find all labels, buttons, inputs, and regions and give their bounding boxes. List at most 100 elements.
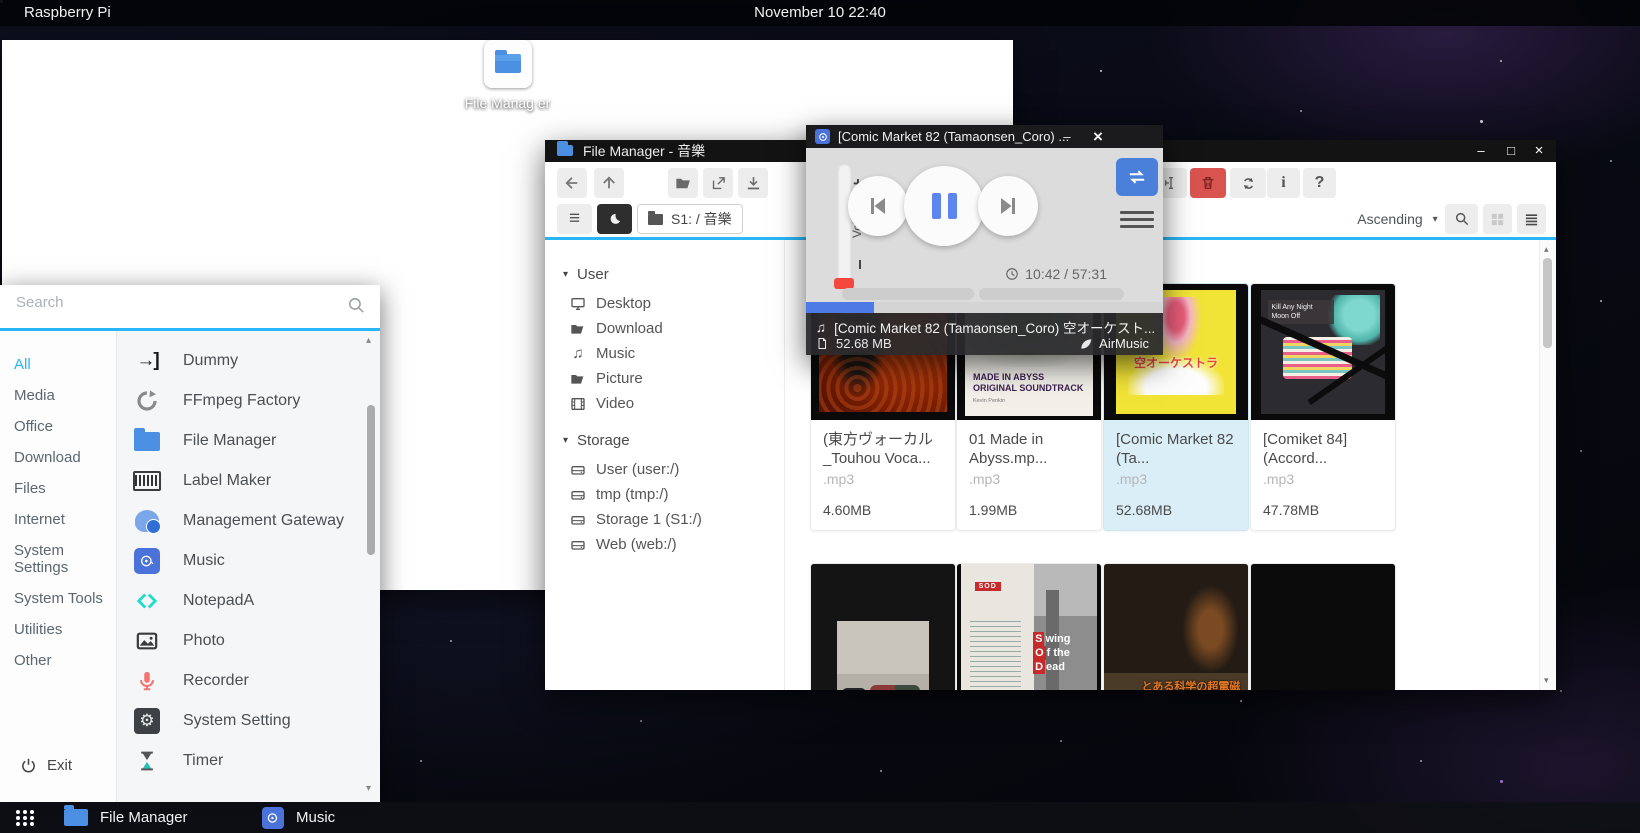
app-item-file-manager[interactable]: File Manager [117, 421, 362, 461]
app-item-notepada[interactable]: NotepadA [117, 581, 362, 621]
dark-mode-toggle[interactable] [597, 204, 632, 234]
list-view-button[interactable] [1517, 204, 1546, 234]
launcher-app-list: →] Dummy FFmpeg Factory File Manager [117, 331, 380, 802]
app-item-dummy[interactable]: →] Dummy [117, 341, 362, 381]
album-art [1251, 564, 1395, 690]
progress-bar[interactable] [806, 302, 1163, 313]
grid-view-button[interactable] [1483, 204, 1512, 234]
sidebar-section-storage[interactable]: ▾ Storage [563, 432, 784, 449]
maximize-button[interactable]: □ [1498, 140, 1524, 162]
sidebar-item-user-drive[interactable]: User (user:/) [563, 457, 784, 482]
sort-order-dropdown[interactable]: Ascending ▾ [1350, 204, 1445, 234]
next-track-button[interactable] [978, 176, 1038, 236]
music-disc-icon [262, 807, 284, 829]
app-item-ffmpeg-factory[interactable]: FFmpeg Factory [117, 381, 362, 421]
up-button[interactable] [594, 168, 624, 198]
repeat-mode-button[interactable] [1116, 158, 1158, 196]
menu-button[interactable]: ≡ [557, 204, 592, 234]
sidebar-item-picture[interactable]: Picture [563, 366, 784, 391]
player-menu-button[interactable] [1120, 204, 1154, 234]
arrow-up-icon [600, 174, 618, 192]
folder-open-icon [570, 321, 586, 337]
category-media[interactable]: Media [0, 380, 116, 411]
category-files[interactable]: Files [0, 473, 116, 504]
scroll-up-icon[interactable]: ▴ [366, 335, 371, 346]
seek-segment[interactable] [979, 288, 1124, 300]
folder-open-icon [570, 371, 586, 387]
search-button[interactable] [1445, 204, 1478, 234]
sidebar-item-web-drive[interactable]: Web (web:/) [563, 532, 784, 557]
top-panel: Raspberry Pi November 10 22:40 [0, 0, 1640, 26]
desktop: Raspberry Pi November 10 22:40 File Mana… [0, 0, 1640, 833]
player-close-button[interactable]: × [1086, 125, 1110, 148]
info-button[interactable]: i [1267, 168, 1300, 198]
app-item-system-setting[interactable]: ⚙ System Setting [117, 701, 362, 741]
hourglass-icon [133, 747, 161, 775]
category-download[interactable]: Download [0, 442, 116, 473]
category-office[interactable]: Office [0, 411, 116, 442]
app-item-photo[interactable]: Photo [117, 621, 362, 661]
breadcrumb[interactable]: S1: / 音樂 [637, 204, 743, 234]
now-playing-panel: ♫ [Comic Market 82 (Tamaonsen_Coro) 空オーケ… [806, 313, 1163, 355]
sidebar-item-music[interactable]: ♫ Music [563, 341, 784, 366]
help-button[interactable]: ? [1303, 168, 1336, 198]
open-external-button[interactable] [703, 168, 733, 198]
blue-folder-icon [557, 145, 573, 156]
category-system-settings[interactable]: System Settings [0, 535, 116, 583]
search-input[interactable] [14, 293, 338, 312]
window-title: File Manager - 音樂 [583, 140, 705, 162]
category-system-tools[interactable]: System Tools [0, 583, 116, 614]
moon-icon [607, 212, 622, 227]
album-art: (ボクノート) スキマスイッチ [811, 564, 955, 690]
sidebar-item-download[interactable]: Download [563, 316, 784, 341]
scroll-down-icon[interactable]: ▾ [1544, 675, 1549, 686]
minimize-button[interactable]: – [1468, 140, 1494, 162]
app-item-music[interactable]: Music [117, 541, 362, 581]
file-card-row2-4[interactable] [1250, 563, 1396, 690]
exit-button[interactable]: Exit [0, 757, 136, 774]
pause-button[interactable] [904, 166, 984, 246]
refresh-button[interactable] [1230, 168, 1266, 198]
scrollbar-thumb[interactable] [367, 405, 375, 555]
app-grid-icon[interactable] [16, 810, 20, 814]
app-item-management-gateway[interactable]: Management Gateway [117, 501, 362, 541]
sidebar-item-storage1-drive[interactable]: Storage 1 (S1:/) [563, 507, 784, 532]
app-item-timer[interactable]: Timer [117, 741, 362, 781]
app-item-recorder[interactable]: Recorder [117, 661, 362, 701]
player-titlebar[interactable]: [Comic Market 82 (Tamaonsen_Coro) ... – … [806, 125, 1163, 148]
app-list-scrollbar[interactable]: ▴ ▾ [364, 335, 378, 794]
category-other[interactable]: Other [0, 645, 116, 676]
engine-label: AirMusic [1099, 336, 1149, 351]
blue-folder-icon [64, 809, 88, 826]
sidebar-section-user[interactable]: ▾ User [563, 266, 784, 283]
taskbar-item-file-manager[interactable]: File Manager [64, 802, 188, 833]
list-view-icon [1524, 212, 1539, 227]
app-item-label-maker[interactable]: Label Maker [117, 461, 362, 501]
file-card-row2-3[interactable]: とある科学の超電磁砲 A Certain Scientific Railgun [1103, 563, 1249, 690]
close-button[interactable]: × [1526, 140, 1552, 162]
scroll-up-icon[interactable]: ▴ [1544, 244, 1549, 255]
sidebar-item-video[interactable]: Video [563, 391, 784, 416]
sidebar-item-desktop[interactable]: Desktop [563, 291, 784, 316]
sidebar-item-tmp-drive[interactable]: tmp (tmp:/) [563, 482, 784, 507]
category-utilities[interactable]: Utilities [0, 614, 116, 645]
music-disc-icon [133, 547, 161, 575]
file-card-comiket-84[interactable]: Kill Any Night Moon Off [Comiket 84](Acc… [1250, 283, 1396, 531]
download-button[interactable] [738, 168, 768, 198]
file-grid-scrollbar[interactable]: ▴ ▾ [1539, 240, 1556, 690]
file-card-row2-1[interactable]: (ボクノート) スキマスイッチ [810, 563, 956, 690]
category-all[interactable]: All [0, 349, 116, 380]
previous-track-button[interactable] [848, 176, 908, 236]
player-minimize-button[interactable]: – [1056, 125, 1078, 148]
taskbar-item-music[interactable]: Music [262, 802, 335, 833]
back-button[interactable] [557, 168, 587, 198]
open-folder-button[interactable] [668, 168, 698, 198]
category-internet[interactable]: Internet [0, 504, 116, 535]
scrollbar-thumb[interactable] [1543, 258, 1552, 348]
scroll-down-icon[interactable]: ▾ [366, 783, 371, 794]
seek-segment[interactable] [842, 288, 974, 300]
blue-folder-icon [484, 40, 532, 88]
file-card-row2-2[interactable]: SOD Swing Of the Dead TOHO JAZZY VOCAL [956, 563, 1102, 690]
delete-button[interactable] [1190, 168, 1226, 198]
gear-icon: ⚙ [133, 707, 161, 735]
